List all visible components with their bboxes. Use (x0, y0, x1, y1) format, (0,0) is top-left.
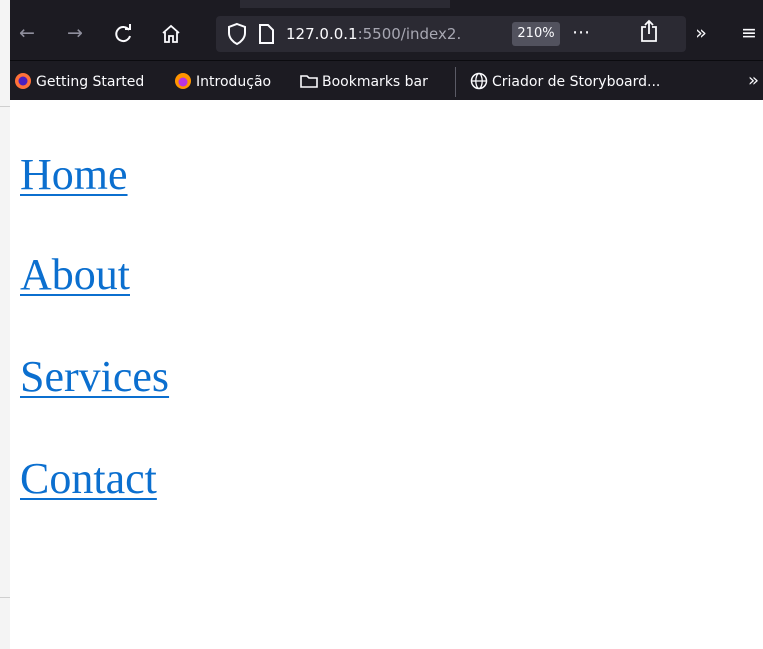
forward-arrow-icon[interactable]: → (60, 20, 90, 48)
nav-link-services[interactable]: Services (20, 352, 169, 402)
edge-line (0, 597, 10, 598)
bookmark-folder-bookmarks-bar[interactable]: Bookmarks bar (300, 71, 428, 93)
edge-line (0, 106, 10, 107)
nav-link-about[interactable]: About (20, 250, 130, 300)
url-text[interactable]: 127.0.0.1:5500/index2. (286, 23, 506, 45)
browser-chrome: ← → 127.0.0.1:5500/index2. 210% ⋯ » ≡ Ge… (10, 0, 763, 100)
bookmark-label: Introdução (196, 74, 272, 90)
tab-strip (10, 0, 763, 8)
nav-link-contact[interactable]: Contact (20, 454, 157, 504)
hamburger-menu-icon[interactable]: ≡ (734, 20, 763, 48)
bookmark-getting-started[interactable]: Getting Started (14, 71, 144, 93)
firefox-icon (174, 72, 192, 90)
url-path: :5500/index2. (357, 25, 462, 43)
shield-icon[interactable] (224, 21, 250, 47)
bookmark-introducao[interactable]: Introdução (174, 71, 271, 93)
bookmark-label: Criador de Storyboard... (492, 74, 661, 90)
share-icon[interactable] (634, 18, 664, 46)
bookmark-label: Getting Started (36, 74, 145, 90)
page-icon[interactable] (254, 22, 278, 46)
back-arrow-icon[interactable]: ← (12, 20, 42, 48)
bookmark-label: Bookmarks bar (322, 74, 428, 90)
globe-icon (470, 72, 488, 90)
chevron-double-right-icon[interactable]: » (748, 69, 759, 93)
bookmark-criador-storyboard[interactable]: Criador de Storyboard... (470, 71, 660, 93)
folder-icon (300, 72, 318, 90)
more-dots-icon[interactable]: ⋯ (572, 21, 590, 45)
address-bar[interactable]: 127.0.0.1:5500/index2. 210% ⋯ (216, 16, 686, 52)
nav-link-home[interactable]: Home (20, 150, 128, 200)
bookmarks-toolbar: Getting Started Introdução Bookmarks bar… (10, 60, 763, 101)
active-tab-edge[interactable] (240, 0, 450, 8)
chevron-double-right-icon[interactable]: » (686, 20, 716, 48)
url-host: 127.0.0.1 (286, 25, 358, 43)
zoom-level-badge[interactable]: 210% (512, 22, 560, 46)
home-icon[interactable] (156, 20, 186, 48)
bookmark-separator (455, 67, 456, 97)
firefox-icon (14, 72, 32, 90)
page-content: Home About Services Contact (10, 100, 763, 649)
reload-icon[interactable] (108, 20, 138, 48)
navigation-toolbar: ← → 127.0.0.1:5500/index2. 210% ⋯ » ≡ (10, 8, 763, 60)
